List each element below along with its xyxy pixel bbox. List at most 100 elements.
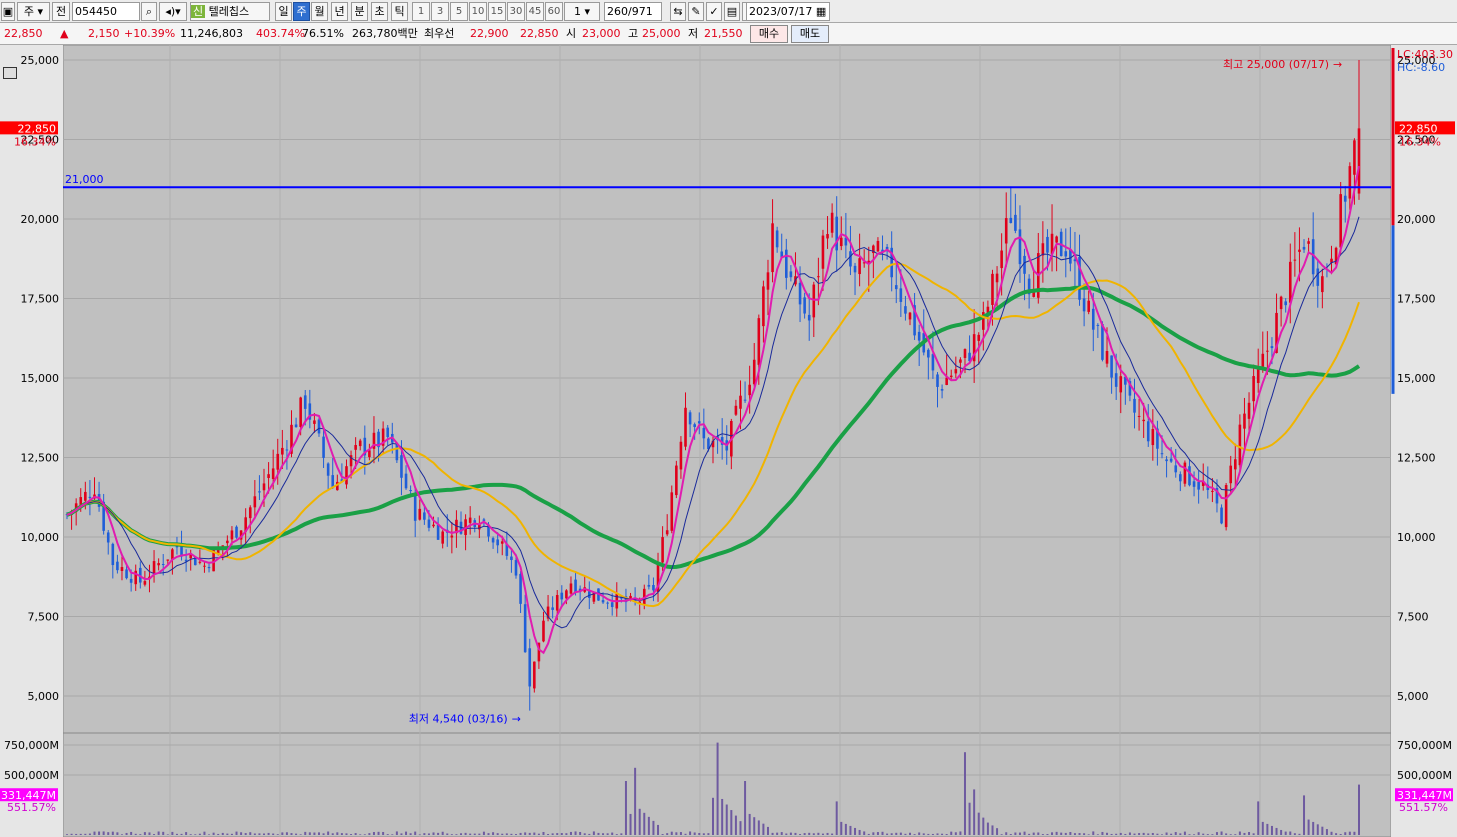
candle-body — [775, 230, 779, 248]
candle-body — [652, 585, 655, 591]
period-tab-4[interactable]: 분 — [351, 2, 368, 21]
interval-button-2[interactable]: 5 — [450, 2, 468, 21]
volume-bar — [111, 831, 114, 835]
volume-bar — [693, 832, 696, 835]
volume-bar — [235, 831, 238, 835]
search-icon[interactable]: ⌕ — [141, 2, 157, 21]
min-arrow: → — [512, 713, 521, 726]
candle-body — [894, 285, 898, 290]
candle-body — [670, 492, 674, 531]
interval-button-6[interactable]: 45 — [526, 2, 544, 21]
volume-bar — [162, 831, 165, 835]
volume-bar — [835, 801, 838, 835]
candle-body — [1101, 324, 1104, 360]
candle-body — [1160, 453, 1164, 455]
volume-tick-left: 750,000M — [4, 739, 59, 752]
window-icon[interactable]: ▣ — [1, 2, 15, 21]
volume-bar — [954, 832, 957, 835]
volume-bar — [615, 834, 618, 835]
interval-button-0[interactable]: 1 — [412, 2, 430, 21]
interval-button-5[interactable]: 30 — [507, 2, 525, 21]
volume-bar — [863, 831, 866, 835]
volume-bar — [1028, 833, 1031, 835]
volume-bar — [560, 833, 563, 835]
volume-bar — [496, 833, 499, 835]
period-tab-1[interactable]: 주 — [293, 2, 310, 21]
volume-bar — [881, 831, 884, 835]
interval-button-4[interactable]: 15 — [488, 2, 506, 21]
volume-bar — [748, 813, 751, 835]
volume-bar — [675, 832, 678, 835]
candle-body — [230, 530, 234, 540]
candle-body — [771, 223, 774, 273]
volume-tick-right: 500,000M — [1397, 769, 1452, 782]
price-panel — [62, 45, 1392, 734]
candle-body — [1288, 261, 1292, 303]
draw-icon[interactable]: ✎ — [688, 2, 704, 21]
candle-body — [569, 583, 573, 594]
volume-bar — [450, 834, 453, 835]
volume-bar — [556, 833, 559, 835]
candle-body — [519, 573, 522, 604]
interval-button-3[interactable]: 10 — [469, 2, 487, 21]
volume-bar — [1307, 819, 1310, 835]
current-price-label-left: 22,850 — [18, 122, 57, 135]
period-tab-6[interactable]: 틱 — [391, 2, 408, 21]
market-select[interactable]: 주 ▾ — [17, 2, 50, 21]
volume-bar — [812, 833, 815, 835]
volume-bar — [1023, 831, 1026, 835]
candle-body — [161, 564, 165, 566]
volume-bar — [909, 832, 912, 835]
volume-bar — [1257, 801, 1260, 835]
volume-bar — [1165, 832, 1168, 835]
volume-bar — [427, 833, 430, 835]
volume-bar — [950, 831, 953, 835]
chart-grid-icon[interactable] — [3, 67, 17, 79]
volume-bar — [317, 832, 320, 835]
period-tab-5[interactable]: 초 — [371, 2, 388, 21]
multiplier-select[interactable]: 1 ▾ — [564, 2, 600, 21]
candle-body — [1307, 241, 1310, 244]
volume-bar — [725, 804, 728, 835]
candle-body — [496, 539, 499, 546]
y-tick-left: 15,000 — [21, 372, 60, 385]
candle-body — [927, 349, 930, 358]
check-icon[interactable]: ✓ — [706, 2, 722, 21]
period-tab-2[interactable]: 월 — [311, 2, 328, 21]
sell-button[interactable]: 매도 — [791, 25, 829, 43]
stock-code-input[interactable]: 054450 — [72, 2, 140, 21]
candle-body — [1110, 355, 1113, 378]
y-tick-left: 12,500 — [21, 452, 60, 465]
volume-bar — [766, 826, 769, 835]
volume-bar — [890, 833, 893, 835]
candle-body — [207, 566, 211, 569]
speaker-icon[interactable]: ◂)▾ — [159, 2, 187, 21]
volume-bar — [624, 781, 627, 835]
date-field[interactable]: 2023/07/17 ▦ — [746, 2, 830, 21]
stock-name-field[interactable]: 신 텔레칩스 — [190, 2, 270, 21]
interval-button-7[interactable]: 60 — [545, 2, 563, 21]
interval-button-1[interactable]: 3 — [431, 2, 449, 21]
candle-body — [326, 463, 330, 476]
buy-button[interactable]: 매수 — [750, 25, 788, 43]
candle-body — [129, 578, 133, 583]
period-tab-0[interactable]: 일 — [275, 2, 292, 21]
count-field[interactable]: 260/971 — [604, 2, 662, 21]
link-icon[interactable]: ⇆ — [670, 2, 686, 21]
candle-body — [606, 602, 609, 604]
save-icon[interactable]: ▤ — [724, 2, 740, 21]
candle-body — [514, 560, 518, 576]
prefix-button[interactable]: 전 — [52, 2, 70, 21]
volume-bar — [771, 832, 774, 835]
max-annotation: 최고 25,000 (07/17) — [1223, 58, 1329, 71]
volume-bar — [757, 820, 760, 835]
volume-bar — [400, 833, 403, 835]
period-tab-3[interactable]: 년 — [331, 2, 348, 21]
volume-bar — [510, 833, 513, 835]
candle-body — [1055, 236, 1058, 243]
candle-body — [1233, 459, 1237, 470]
stock-chart[interactable]: 25,000 25,00022,500 22,50020,000 20,00017,5… — [0, 45, 1457, 837]
volume-bar — [524, 832, 527, 835]
volume-bar — [185, 832, 188, 835]
volume-bar — [872, 832, 875, 835]
